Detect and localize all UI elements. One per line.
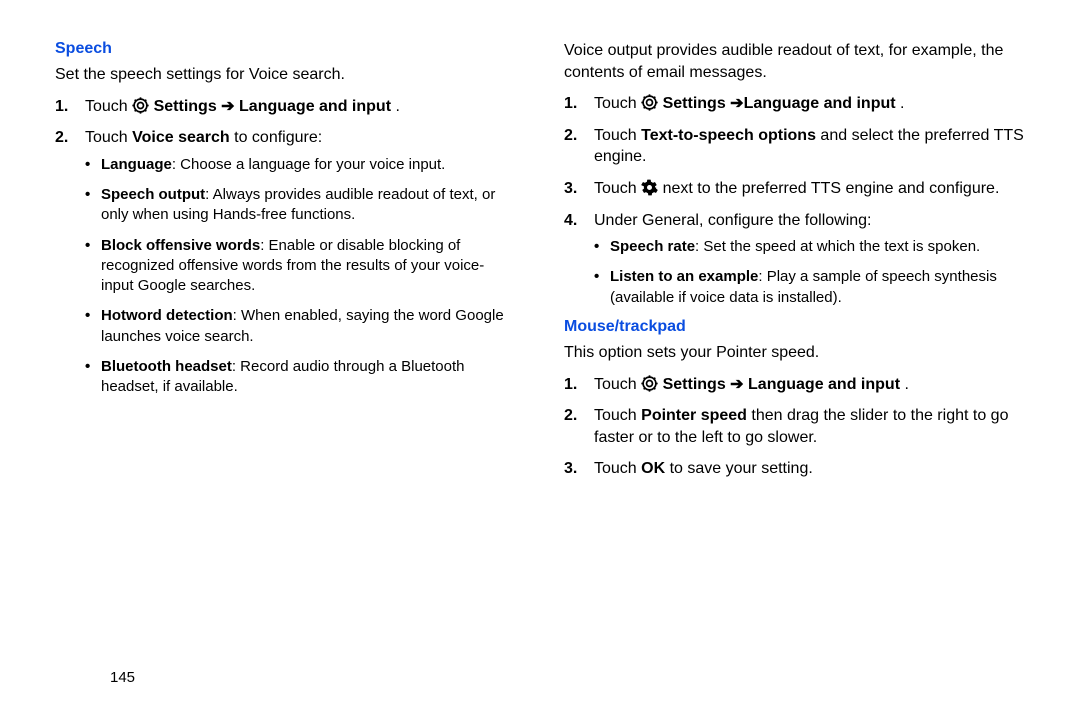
list-item: Speech output: Always provides audible r… — [85, 185, 516, 226]
step-rest: to save your setting. — [670, 460, 813, 477]
right-column: Voice output provides audible readout of… — [564, 40, 1025, 490]
step: Touch OK to save your setting. — [564, 458, 1025, 480]
step: Touch Pointer speed then drag the slider… — [564, 405, 1025, 448]
tts-steps: Touch Settings ➔Language and input . Tou… — [564, 93, 1025, 308]
step: Touch Settings ➔ Language and input . — [564, 374, 1025, 396]
step-end: . — [904, 376, 908, 393]
gear-icon — [641, 179, 658, 196]
general-options: Speech rate: Set the speed at which the … — [594, 237, 1025, 308]
step-rest: next to the preferred TTS engine and con… — [663, 180, 1000, 197]
voice-search-options: Language: Choose a language for your voi… — [85, 155, 516, 398]
step: Under General, configure the following: … — [564, 210, 1025, 308]
step-text: Touch — [594, 127, 641, 144]
bullet-bold: Speech rate — [610, 238, 695, 255]
speech-steps: Touch Settings ➔ Language and input . To… — [55, 96, 516, 398]
step-end: . — [900, 95, 904, 112]
bullet-bold: Hotword detection — [101, 307, 233, 324]
step-text: Under General, configure the following: — [594, 212, 872, 229]
step: Touch Settings ➔ Language and input . — [55, 96, 516, 118]
bold-settings: Settings — [663, 376, 726, 393]
settings-icon — [132, 97, 149, 114]
list-item: Bluetooth headset: Record audio through … — [85, 357, 516, 398]
intro-speech: Set the speech settings for Voice search… — [55, 64, 516, 86]
arrow-path: ➔Language and input — [730, 95, 895, 112]
settings-icon — [641, 94, 658, 111]
step-text: Touch — [594, 460, 641, 477]
bullet-bold: Bluetooth headset — [101, 358, 232, 375]
bullet-bold: Listen to an example — [610, 268, 758, 285]
list-item: Hotword detection: When enabled, saying … — [85, 306, 516, 347]
page-number: 145 — [110, 669, 135, 686]
bold-settings: Settings — [663, 95, 726, 112]
bullet-bold: Language — [101, 156, 172, 173]
heading-speech: Speech — [55, 40, 516, 58]
bold-term: Pointer speed — [641, 407, 747, 424]
bullet-bold: Block offensive words — [101, 237, 260, 254]
step-text: Touch — [85, 98, 132, 115]
step-end: . — [395, 98, 399, 115]
bold-term: Voice search — [132, 129, 230, 146]
bullet-rest: : Choose a language for your voice input… — [172, 156, 446, 173]
step-text: Touch — [594, 180, 641, 197]
bullet-rest: : Set the speed at which the text is spo… — [695, 238, 980, 255]
page-content: Speech Set the speech settings for Voice… — [0, 0, 1080, 490]
arrow-path: ➔ Language and input — [221, 98, 391, 115]
step-text: Touch — [594, 376, 641, 393]
mouse-steps: Touch Settings ➔ Language and input . To… — [564, 374, 1025, 480]
left-column: Speech Set the speech settings for Voice… — [55, 40, 516, 490]
list-item: Language: Choose a language for your voi… — [85, 155, 516, 175]
list-item: Listen to an example: Play a sample of s… — [594, 267, 1025, 308]
voice-output-intro: Voice output provides audible readout of… — [564, 40, 1025, 83]
bold-settings: Settings — [154, 98, 217, 115]
bold-term: Text-to-speech options — [641, 127, 816, 144]
intro-mouse-trackpad: This option sets your Pointer speed. — [564, 342, 1025, 364]
bold-term: OK — [641, 460, 665, 477]
step-text: Touch — [594, 407, 641, 424]
step-rest: to configure: — [234, 129, 322, 146]
step: Touch Settings ➔Language and input . — [564, 93, 1025, 115]
step: Touch Text-to-speech options and select … — [564, 125, 1025, 168]
step: Touch next to the preferred TTS engine a… — [564, 178, 1025, 200]
heading-mouse-trackpad: Mouse/trackpad — [564, 318, 1025, 336]
step-text: Touch — [594, 95, 641, 112]
list-item: Speech rate: Set the speed at which the … — [594, 237, 1025, 257]
arrow-path: ➔ Language and input — [730, 376, 900, 393]
list-item: Block offensive words: Enable or disable… — [85, 236, 516, 297]
step-text: Touch — [85, 129, 132, 146]
settings-icon — [641, 375, 658, 392]
step: Touch Voice search to configure: Languag… — [55, 127, 516, 397]
bullet-bold: Speech output — [101, 186, 205, 203]
